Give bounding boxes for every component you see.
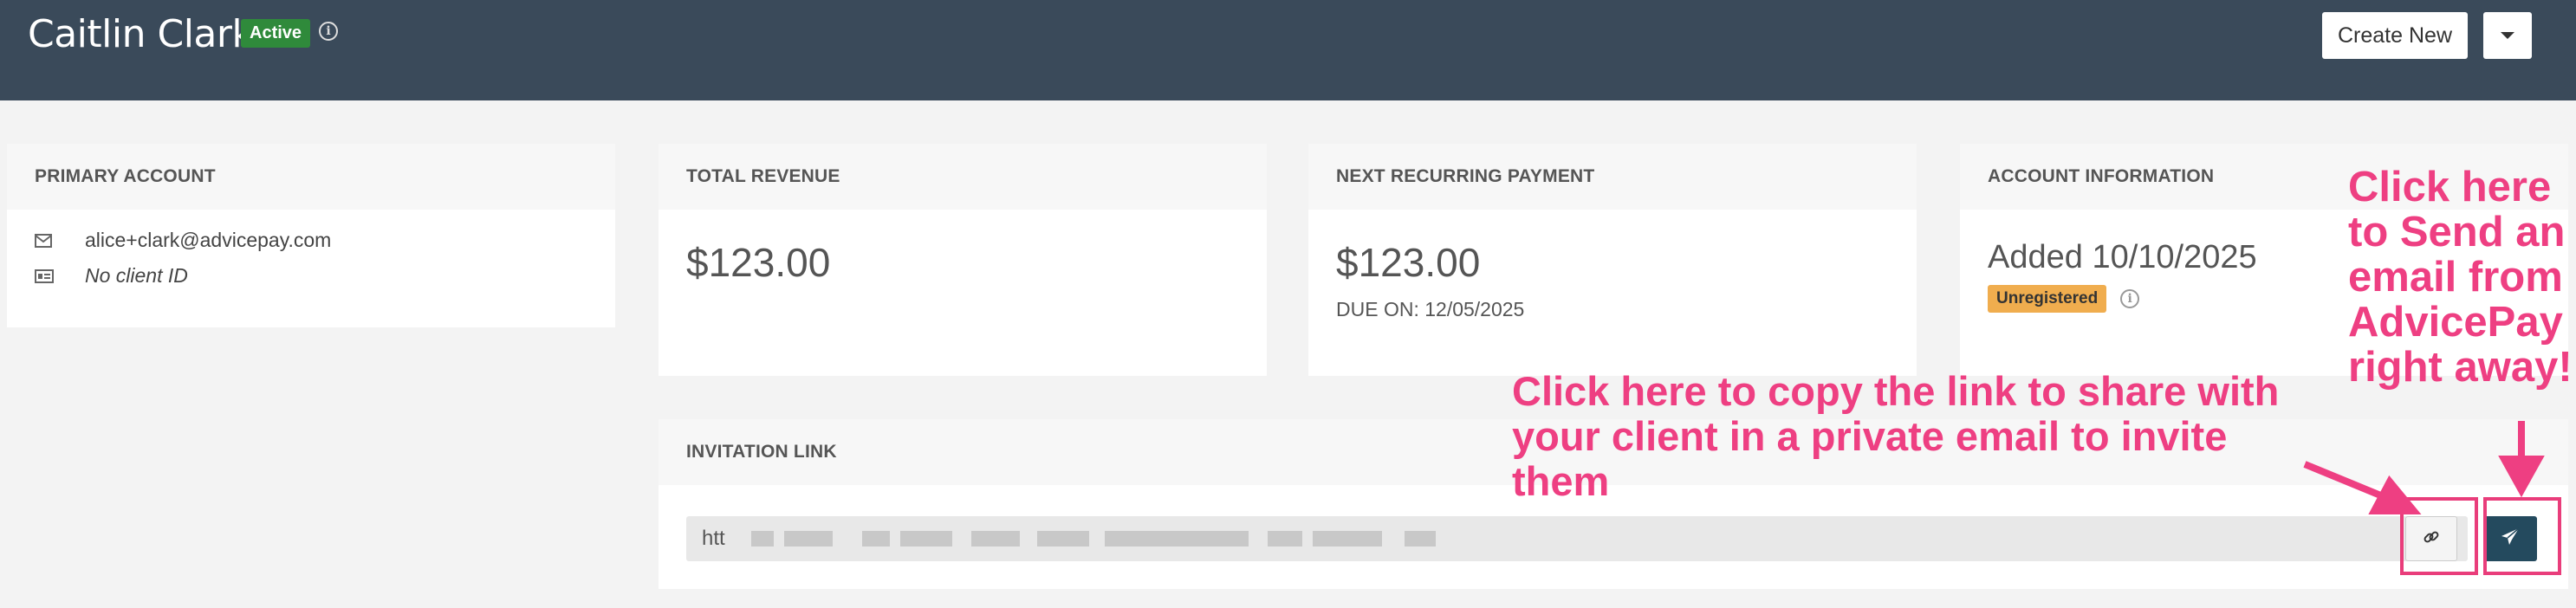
send-arrow xyxy=(2498,421,2545,498)
copy-arrow xyxy=(2303,461,2422,514)
annotation-arrows xyxy=(2303,421,2545,514)
